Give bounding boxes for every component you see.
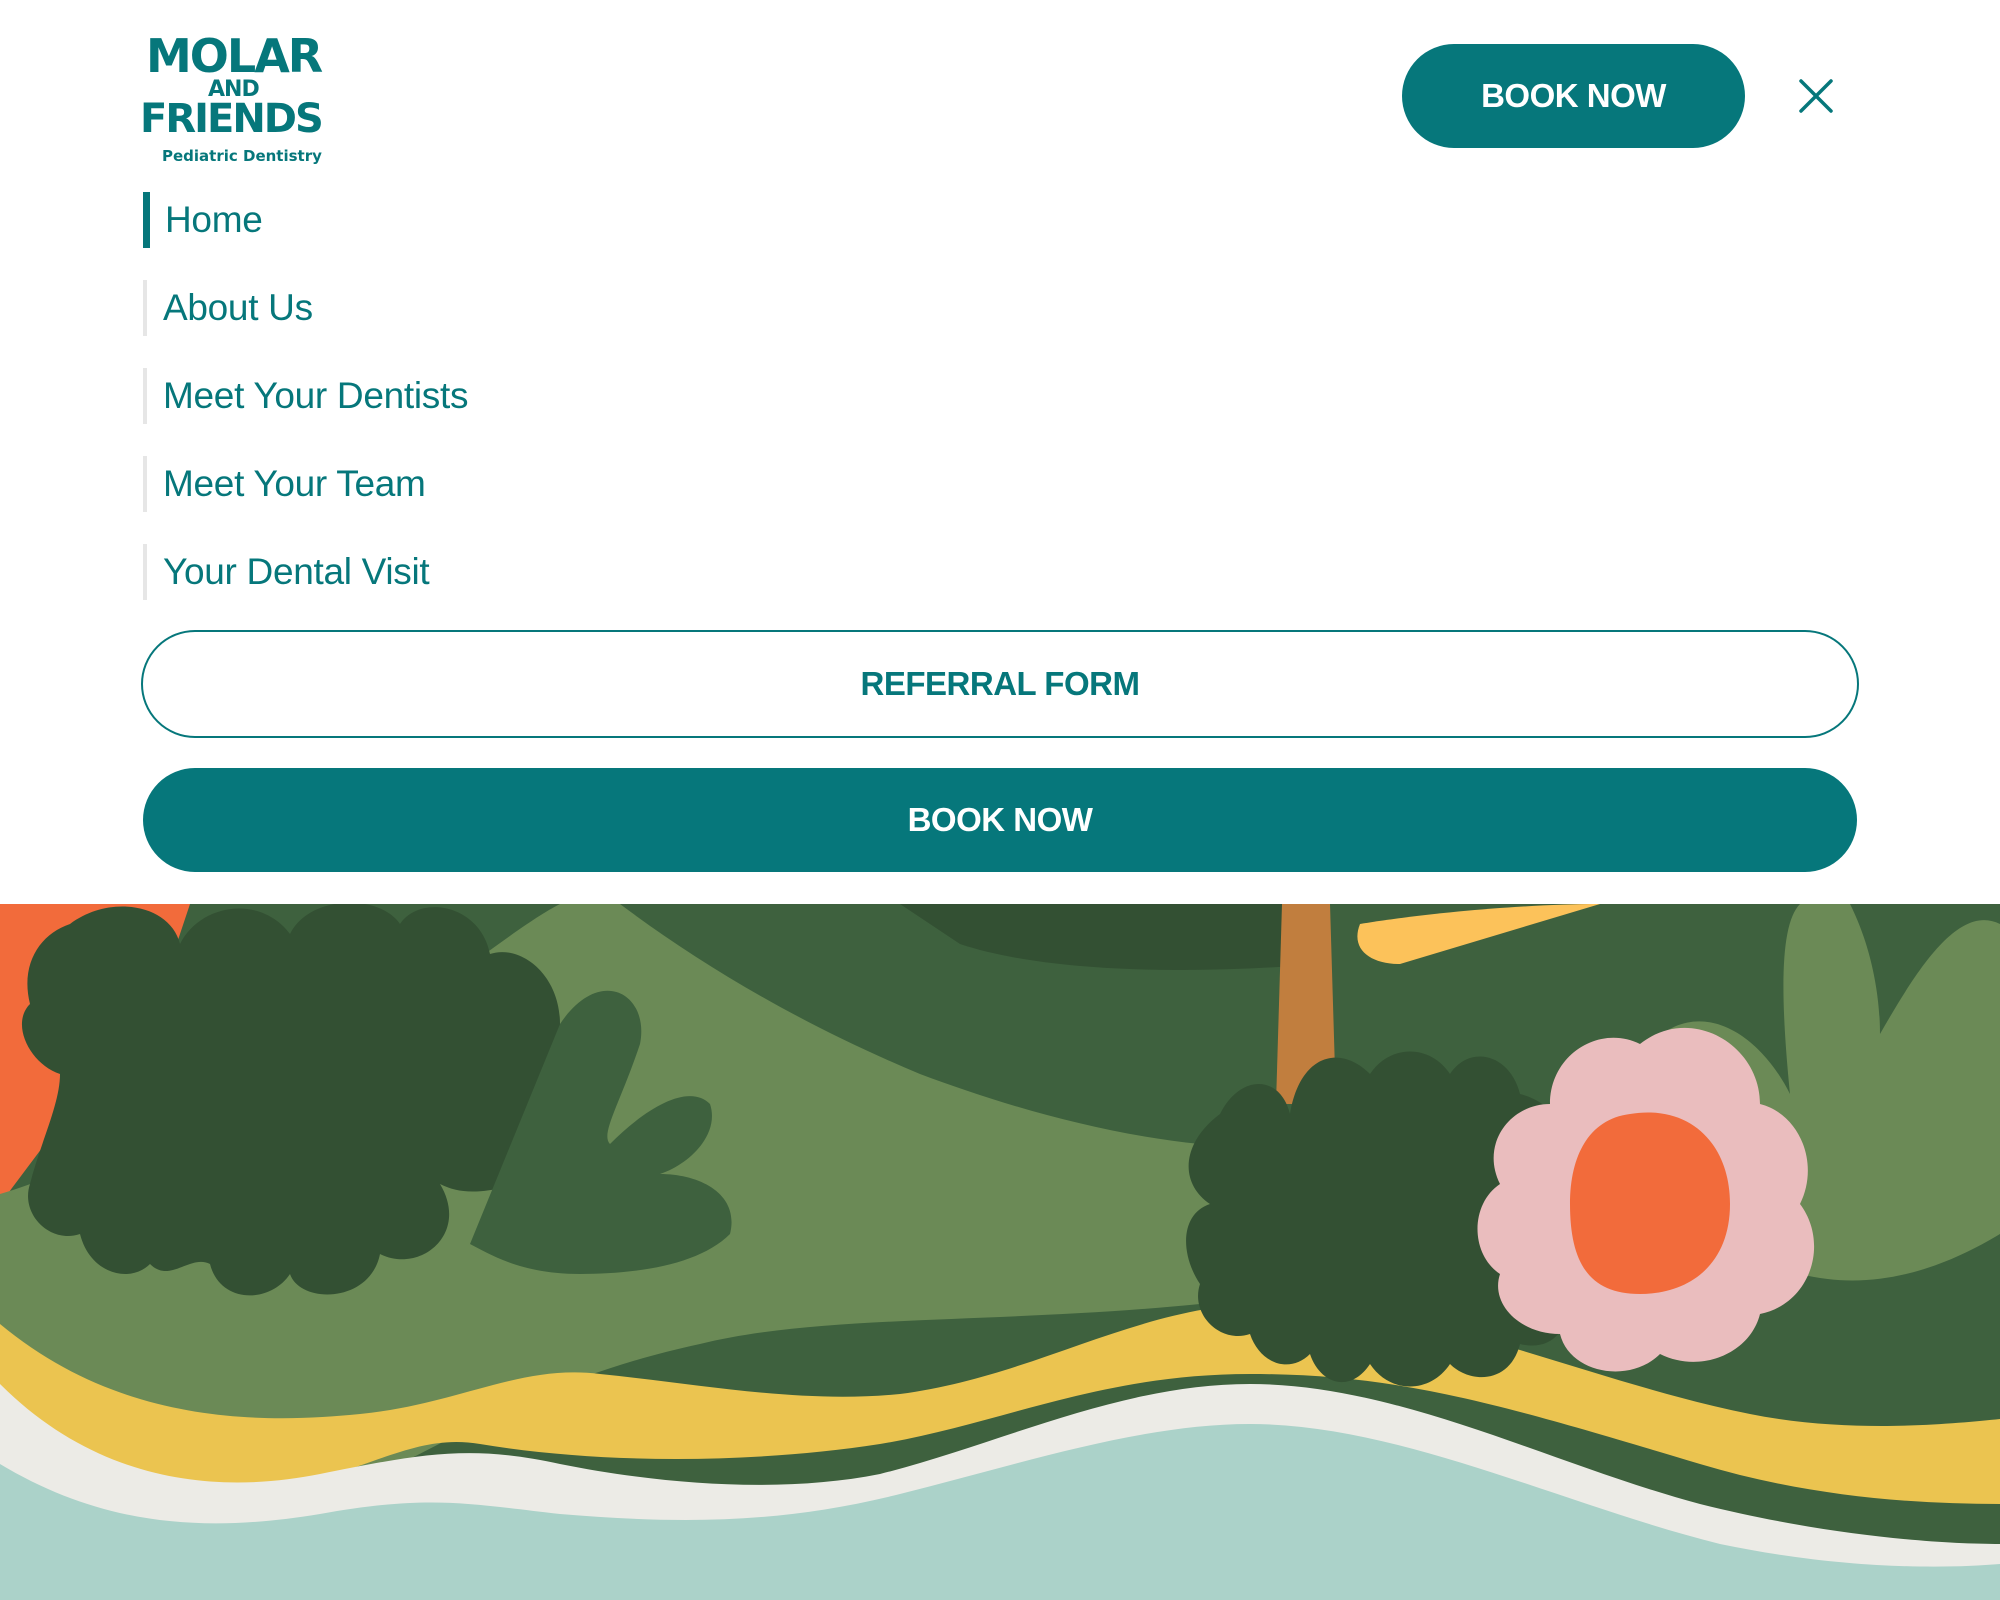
nav-item-label: Your Dental Visit: [163, 551, 430, 592]
nav-item-label: Meet Your Dentists: [163, 375, 469, 416]
landscape-illustration: [0, 904, 2000, 1600]
close-menu-button[interactable]: [1792, 72, 1840, 120]
nav-item-label: About Us: [163, 287, 313, 328]
header-book-now-button[interactable]: BOOK NOW: [1402, 44, 1745, 148]
book-now-button[interactable]: BOOK NOW: [143, 768, 1857, 872]
nav-item-label: Home: [165, 199, 263, 240]
brand-logo[interactable]: MOLAR AND FRIENDS Pediatric Dentistry: [140, 20, 345, 170]
nav-item-about-us[interactable]: About Us: [143, 280, 943, 336]
nav-item-label: Meet Your Team: [163, 463, 426, 504]
svg-text:MOLAR: MOLAR: [146, 29, 323, 83]
main-nav: Home About Us Meet Your Dentists Meet Yo…: [143, 192, 943, 632]
hero-illustration: [0, 904, 2000, 1600]
nav-item-meet-your-dentists[interactable]: Meet Your Dentists: [143, 368, 943, 424]
nav-item-meet-your-team[interactable]: Meet Your Team: [143, 456, 943, 512]
svg-text:FRIENDS: FRIENDS: [140, 96, 322, 142]
nav-item-home[interactable]: Home: [143, 192, 943, 248]
svg-text:Pediatric Dentistry: Pediatric Dentistry: [162, 147, 322, 165]
nav-item-your-dental-visit[interactable]: Your Dental Visit: [143, 544, 943, 600]
close-icon: [1799, 79, 1833, 113]
referral-form-button[interactable]: REFERRAL FORM: [141, 630, 1859, 738]
mobile-menu-panel: MOLAR AND FRIENDS Pediatric Dentistry BO…: [0, 0, 2000, 904]
molar-and-friends-logo: MOLAR AND FRIENDS Pediatric Dentistry: [140, 29, 325, 165]
